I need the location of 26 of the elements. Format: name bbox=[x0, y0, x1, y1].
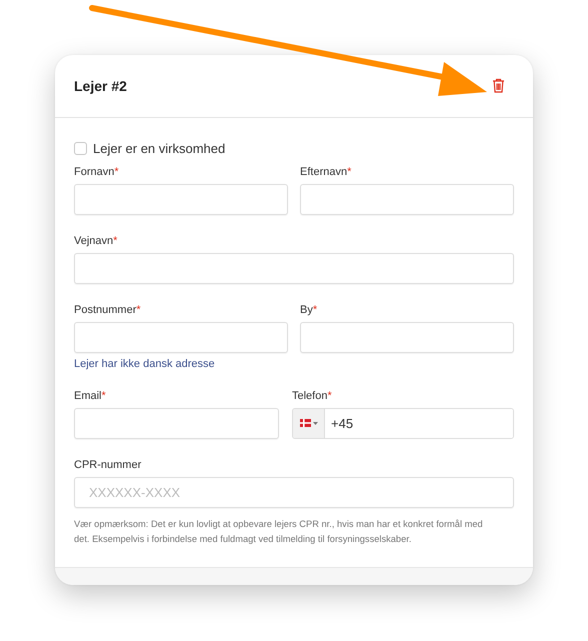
card-title: Lejer #2 bbox=[74, 78, 127, 94]
field-label: Efternavn* bbox=[300, 166, 352, 178]
field-label: Vejnavn* bbox=[74, 234, 118, 247]
input-field[interactable] bbox=[300, 322, 514, 353]
caret-icon bbox=[312, 422, 318, 425]
input-field[interactable] bbox=[300, 184, 514, 215]
input-field[interactable] bbox=[74, 252, 514, 284]
input-field[interactable] bbox=[74, 408, 279, 439]
checkbox[interactable] bbox=[74, 142, 87, 155]
field-label: Postnummer* bbox=[74, 304, 142, 316]
input-field[interactable]: XXXXXX-XXXX bbox=[74, 476, 514, 508]
field-label: Email* bbox=[74, 390, 107, 402]
checkbox-label: Lejer er en virksomhed bbox=[93, 140, 226, 156]
trash-icon bbox=[492, 78, 505, 94]
field-label: Fornavn* bbox=[74, 166, 120, 178]
flag-icon bbox=[300, 419, 310, 428]
field-label: CPR-nummer bbox=[74, 458, 142, 471]
cpr-note: Vær opmærksom: Det er kun lovligt at opbevare lejers CPR nr., hvis man har et konkret formål med det. Eksempelvis i forbindelse med fuldmagt ved tilmelding til forsyningsselskaber. bbox=[74, 518, 484, 546]
country-dropdown[interactable] bbox=[293, 408, 325, 438]
input-field[interactable] bbox=[74, 184, 288, 215]
phone-field[interactable]: +45 bbox=[292, 408, 514, 439]
delete-button[interactable] bbox=[490, 76, 507, 96]
field-label: By* bbox=[300, 304, 318, 316]
field-label: Telefon* bbox=[292, 390, 333, 402]
no-danish-address-link[interactable]: Lejer har ikke dansk adresse bbox=[74, 358, 514, 370]
input-field[interactable] bbox=[74, 322, 288, 353]
